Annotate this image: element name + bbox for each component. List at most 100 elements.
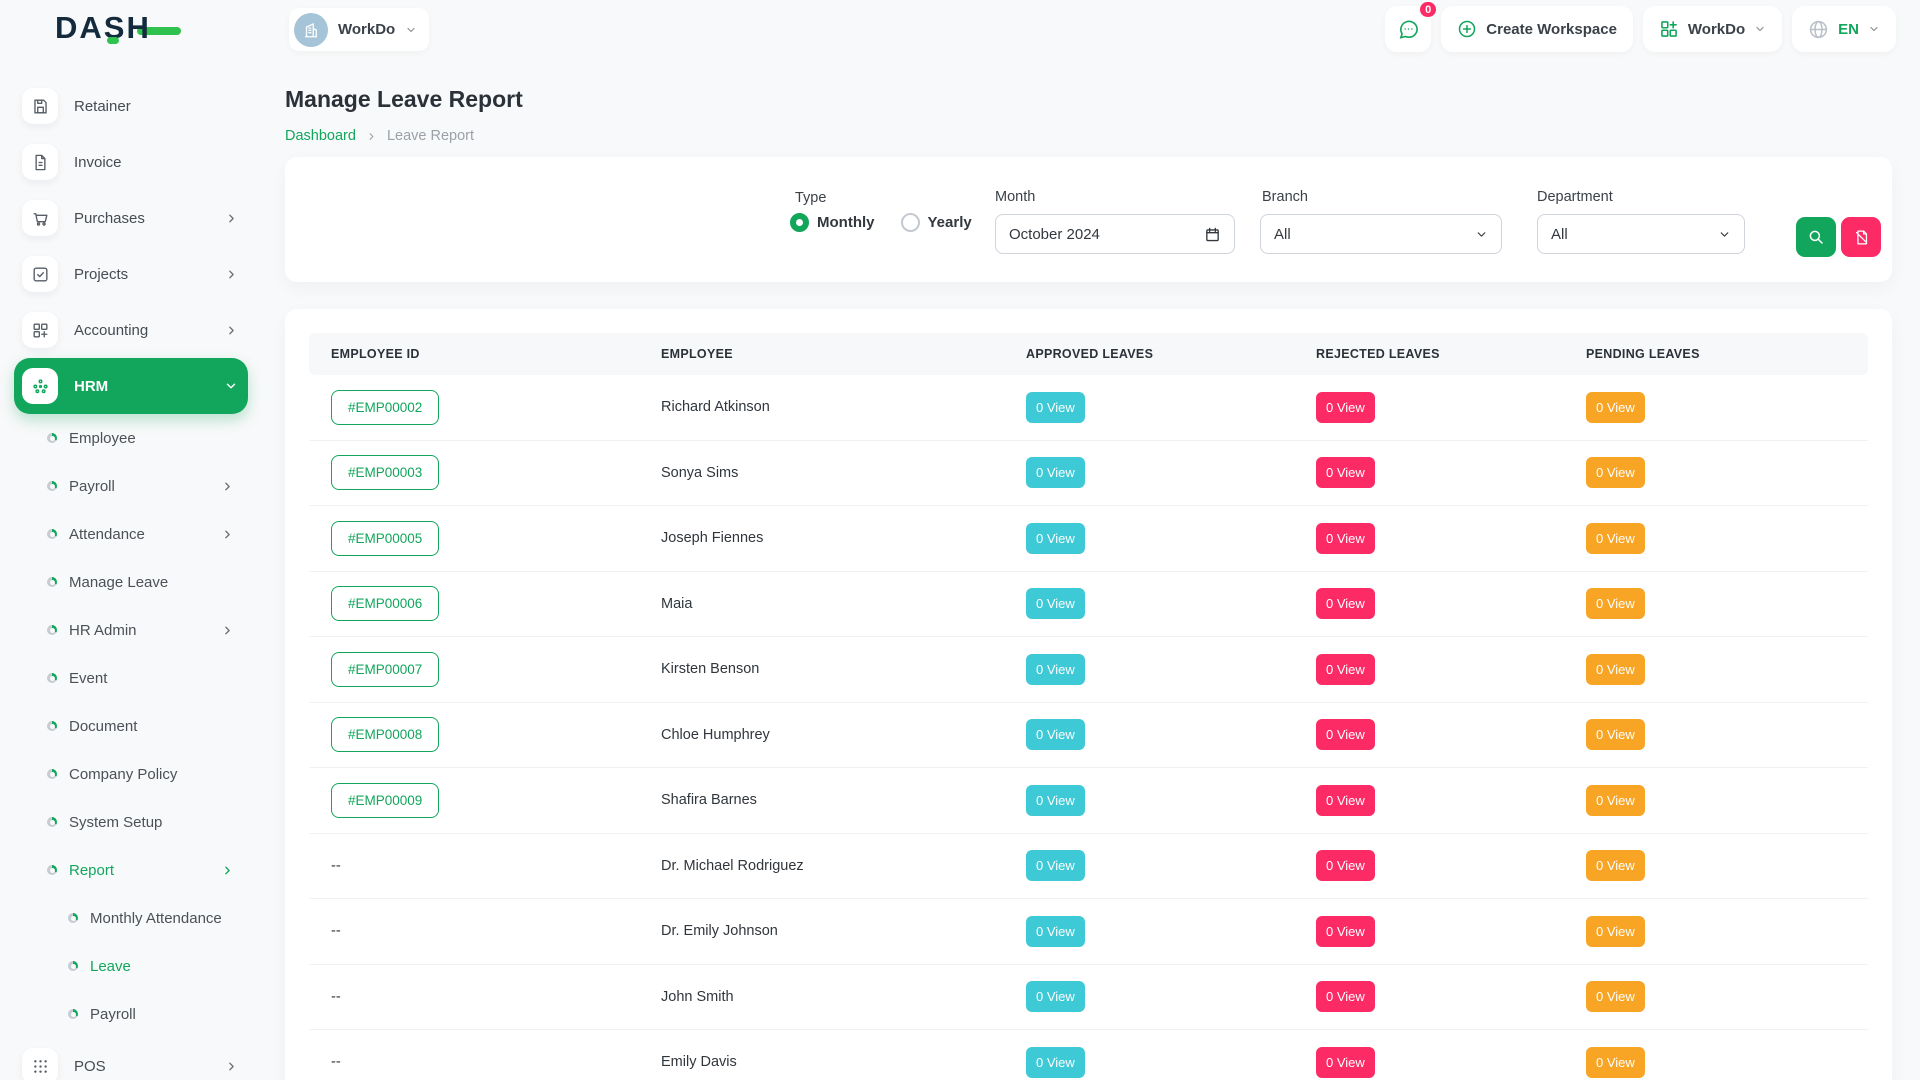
- branch-select[interactable]: All: [1260, 214, 1502, 254]
- employee-name: Richard Atkinson: [661, 399, 770, 415]
- sidebar-item-projects[interactable]: Projects: [14, 246, 248, 302]
- approved-views-badge[interactable]: 0 View: [1026, 719, 1085, 750]
- sidebar-item-pos[interactable]: POS: [14, 1038, 248, 1080]
- monthly-radio[interactable]: [790, 213, 809, 232]
- breadcrumb-dashboard-link[interactable]: Dashboard: [285, 128, 356, 144]
- rejected-views-badge[interactable]: 0 View: [1316, 654, 1375, 685]
- sidebar-item-hrm[interactable]: HRM: [14, 358, 248, 414]
- employee-name: John Smith: [661, 989, 734, 1005]
- bullet-icon: [47, 625, 57, 635]
- department-select[interactable]: All: [1537, 214, 1745, 254]
- pending-views-badge[interactable]: 0 View: [1586, 1047, 1645, 1078]
- approved-views-badge[interactable]: 0 View: [1026, 785, 1085, 816]
- workspace-avatar: [294, 13, 328, 47]
- language-code: EN: [1838, 21, 1859, 38]
- approved-views-badge[interactable]: 0 View: [1026, 457, 1085, 488]
- rejected-views-badge[interactable]: 0 View: [1316, 392, 1375, 423]
- approved-views-badge[interactable]: 0 View: [1026, 1047, 1085, 1078]
- department-value: All: [1551, 226, 1718, 243]
- sidebar-subitem-label: Event: [69, 670, 234, 687]
- pending-views-badge[interactable]: 0 View: [1586, 392, 1645, 423]
- chevron-right-icon: [221, 624, 234, 637]
- sidebar-subitem-event[interactable]: Event: [14, 654, 248, 702]
- sidebar-subitem-system-setup[interactable]: System Setup: [14, 798, 248, 846]
- table-row: #EMP00007Kirsten Benson0 View0 View0 Vie…: [309, 637, 1868, 703]
- pending-views-badge[interactable]: 0 View: [1586, 654, 1645, 685]
- employee-name: Emily Davis: [661, 1054, 737, 1070]
- sidebar-subitem-employee[interactable]: Employee: [14, 414, 248, 462]
- rejected-views-badge[interactable]: 0 View: [1316, 1047, 1375, 1078]
- language-selector[interactable]: EN: [1792, 6, 1896, 52]
- approved-views-badge[interactable]: 0 View: [1026, 981, 1085, 1012]
- sidebar-subitem-monthly-attendance[interactable]: Monthly Attendance: [14, 894, 248, 942]
- approved-views-badge[interactable]: 0 View: [1026, 850, 1085, 881]
- sidebar-subitem-payroll[interactable]: Payroll: [14, 990, 248, 1038]
- chevron-right-icon: [221, 864, 234, 877]
- sidebar-item-accounting[interactable]: Accounting: [14, 302, 248, 358]
- sidebar-subitem-manage-leave[interactable]: Manage Leave: [14, 558, 248, 606]
- workspace-name: WorkDo: [338, 21, 395, 38]
- sidebar-subitem-document[interactable]: Document: [14, 702, 248, 750]
- calendar-icon: [1204, 226, 1221, 243]
- employee-id-button[interactable]: #EMP00008: [331, 717, 439, 752]
- employee-id-button[interactable]: #EMP00009: [331, 783, 439, 818]
- pending-views-badge[interactable]: 0 View: [1586, 981, 1645, 1012]
- rejected-views-badge[interactable]: 0 View: [1316, 719, 1375, 750]
- pending-views-badge[interactable]: 0 View: [1586, 916, 1645, 947]
- sidebar-subitem-payroll[interactable]: Payroll: [14, 462, 248, 510]
- approved-views-badge[interactable]: 0 View: [1026, 523, 1085, 554]
- employee-id-empty: --: [331, 858, 341, 874]
- reset-filter-button[interactable]: [1841, 217, 1881, 257]
- rejected-views-badge[interactable]: 0 View: [1316, 785, 1375, 816]
- rejected-views-badge[interactable]: 0 View: [1316, 981, 1375, 1012]
- rejected-views-badge[interactable]: 0 View: [1316, 588, 1375, 619]
- rejected-views-badge[interactable]: 0 View: [1316, 850, 1375, 881]
- employee-id-button[interactable]: #EMP00002: [331, 390, 439, 425]
- workspace-switcher[interactable]: WorkDo: [289, 8, 429, 51]
- sidebar-subitem-leave[interactable]: Leave: [14, 942, 248, 990]
- sidebar-item-purchases[interactable]: Purchases: [14, 190, 248, 246]
- pending-views-badge[interactable]: 0 View: [1586, 588, 1645, 619]
- sidebar-subitem-report[interactable]: Report: [14, 846, 248, 894]
- pending-views-badge[interactable]: 0 View: [1586, 719, 1645, 750]
- branch-value: All: [1274, 226, 1475, 243]
- sidebar-subitem-attendance[interactable]: Attendance: [14, 510, 248, 558]
- messenger-button[interactable]: 0: [1385, 6, 1431, 52]
- employee-id-button[interactable]: #EMP00003: [331, 455, 439, 490]
- chevron-right-icon: [225, 324, 238, 337]
- app-switcher-menu[interactable]: WorkDo: [1643, 6, 1782, 52]
- approved-views-badge[interactable]: 0 View: [1026, 392, 1085, 423]
- yearly-radio-label[interactable]: Yearly: [928, 214, 972, 231]
- monthly-radio-label[interactable]: Monthly: [817, 214, 875, 231]
- approved-views-badge[interactable]: 0 View: [1026, 588, 1085, 619]
- yearly-radio[interactable]: [901, 213, 920, 232]
- employee-id-button[interactable]: #EMP00006: [331, 586, 439, 621]
- pending-views-badge[interactable]: 0 View: [1586, 523, 1645, 554]
- sidebar-subitem-hr-admin[interactable]: HR Admin: [14, 606, 248, 654]
- chevron-right-icon: [225, 1060, 238, 1073]
- sidebar-subitem-company-policy[interactable]: Company Policy: [14, 750, 248, 798]
- app-logo[interactable]: DASH: [55, 12, 181, 43]
- pending-views-badge[interactable]: 0 View: [1586, 785, 1645, 816]
- bullet-icon: [47, 577, 57, 587]
- month-label: Month: [995, 189, 1035, 205]
- month-input[interactable]: October 2024: [995, 214, 1235, 254]
- employee-name: Dr. Michael Rodriguez: [661, 858, 804, 874]
- rejected-views-badge[interactable]: 0 View: [1316, 457, 1375, 488]
- employee-id-button[interactable]: #EMP00005: [331, 521, 439, 556]
- col-employee-id: EMPLOYEE ID: [309, 333, 639, 375]
- apply-filter-button[interactable]: [1796, 217, 1836, 257]
- approved-views-badge[interactable]: 0 View: [1026, 654, 1085, 685]
- chevron-down-icon: [1475, 228, 1488, 241]
- pending-views-badge[interactable]: 0 View: [1586, 457, 1645, 488]
- sidebar-item-retainer[interactable]: Retainer: [14, 78, 248, 134]
- rejected-views-badge[interactable]: 0 View: [1316, 523, 1375, 554]
- sidebar-item-invoice[interactable]: Invoice: [14, 134, 248, 190]
- pending-views-badge[interactable]: 0 View: [1586, 850, 1645, 881]
- approved-views-badge[interactable]: 0 View: [1026, 916, 1085, 947]
- create-workspace-button[interactable]: Create Workspace: [1441, 6, 1633, 52]
- breadcrumb-current: Leave Report: [387, 128, 474, 144]
- employee-id-button[interactable]: #EMP00007: [331, 652, 439, 687]
- chevron-right-icon: [221, 528, 234, 541]
- rejected-views-badge[interactable]: 0 View: [1316, 916, 1375, 947]
